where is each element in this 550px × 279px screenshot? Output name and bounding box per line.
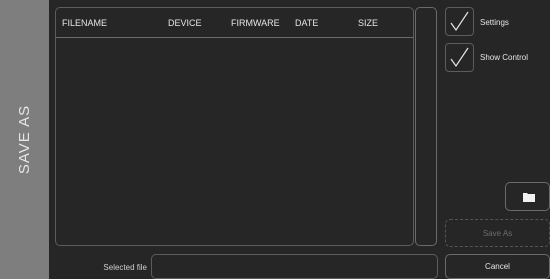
column-date[interactable]: DATE	[295, 18, 318, 28]
save-as-button[interactable]: Save As	[445, 219, 550, 247]
checkmark-icon	[450, 47, 469, 68]
sidebar-title-text: SAVE AS	[16, 104, 34, 175]
sidebar-title: SAVE AS	[0, 0, 49, 279]
selected-file-label: Selected file	[103, 263, 147, 272]
folder-icon	[523, 193, 535, 202]
show-control-label: Show Control	[480, 53, 529, 62]
column-firmware[interactable]: FIRMWARE	[231, 18, 280, 28]
show-control-checkbox[interactable]	[445, 43, 474, 72]
settings-checkbox[interactable]	[445, 7, 474, 36]
file-list[interactable]: FILENAME DEVICE FIRMWARE DATE SIZE	[55, 7, 414, 246]
save-as-button-label: Save As	[482, 228, 513, 238]
browse-folder-button[interactable]	[505, 182, 550, 211]
file-list-scrollbar[interactable]	[415, 7, 437, 246]
column-filename[interactable]: FILENAME	[62, 18, 107, 28]
file-list-header: FILENAME DEVICE FIRMWARE DATE SIZE	[56, 8, 413, 38]
checkmark-icon	[450, 11, 469, 32]
settings-label: Settings	[480, 18, 509, 27]
cancel-button[interactable]: Cancel	[445, 254, 550, 279]
column-size[interactable]: SIZE	[358, 18, 378, 28]
selected-file-input[interactable]	[151, 254, 438, 279]
sidebar: SAVE AS	[0, 0, 49, 279]
cancel-button-label: Cancel	[485, 262, 510, 271]
column-device[interactable]: DEVICE	[168, 18, 202, 28]
